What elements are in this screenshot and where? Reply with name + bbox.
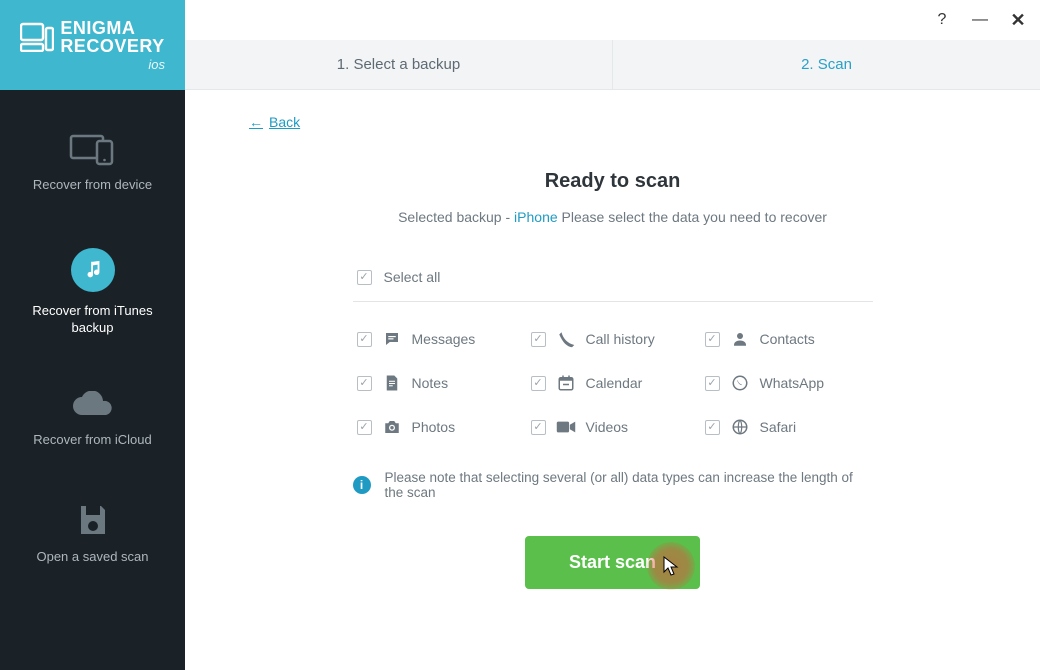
sidebar-item-label: Recover from device xyxy=(33,176,152,194)
checkbox[interactable] xyxy=(531,332,546,347)
back-link[interactable]: ← Back xyxy=(249,114,300,130)
brand-line2: RECOVERY xyxy=(60,37,164,55)
type-safari[interactable]: Safari xyxy=(705,418,869,436)
main-content: ← Back Ready to scan Selected backup - i… xyxy=(185,90,1040,670)
type-label: Photos xyxy=(412,419,456,435)
type-label: WhatsApp xyxy=(760,375,825,391)
help-button[interactable]: ? xyxy=(932,10,952,30)
subtitle: Selected backup - iPhone Please select t… xyxy=(231,209,994,225)
type-label: Calendar xyxy=(586,375,643,391)
brand-line1: ENIGMA xyxy=(60,19,164,37)
sidebar-item-label: Recover from iTunes backup xyxy=(10,302,175,337)
checkbox[interactable] xyxy=(531,376,546,391)
sidebar-open-saved-scan[interactable]: Open a saved scan xyxy=(0,480,185,588)
type-photos[interactable]: Photos xyxy=(357,418,521,436)
data-type-grid: Messages Call history Contacts xyxy=(353,302,873,446)
video-icon xyxy=(556,420,576,434)
type-label: Call history xyxy=(586,331,655,347)
music-note-icon xyxy=(71,248,115,292)
type-label: Notes xyxy=(412,375,449,391)
checkbox[interactable] xyxy=(705,376,720,391)
step-select-backup[interactable]: 1. Select a backup xyxy=(185,40,613,89)
type-videos[interactable]: Videos xyxy=(531,418,695,436)
subtitle-suffix: Please select the data you need to recov… xyxy=(558,209,827,225)
cloud-icon xyxy=(70,391,116,421)
note-text: Please note that selecting several (or a… xyxy=(385,470,873,500)
data-type-panel: Select all Messages Call history xyxy=(353,261,873,589)
back-arrow-icon: ← xyxy=(249,114,263,130)
type-label: Safari xyxy=(760,419,797,435)
document-icon xyxy=(382,374,402,392)
app-logo: ENIGMA RECOVERY ios xyxy=(0,0,185,90)
sidebar: Recover from device Recover from iTunes … xyxy=(0,90,185,670)
sidebar-item-label: Open a saved scan xyxy=(36,548,148,566)
device-icon xyxy=(69,132,117,166)
calendar-icon xyxy=(556,374,576,392)
type-label: Videos xyxy=(586,419,629,435)
type-calendar[interactable]: Calendar xyxy=(531,374,695,392)
brand-sub: ios xyxy=(148,57,165,72)
globe-icon xyxy=(730,418,750,436)
step-scan[interactable]: 2. Scan xyxy=(613,40,1040,89)
checkbox[interactable] xyxy=(705,420,720,435)
type-contacts[interactable]: Contacts xyxy=(705,330,869,348)
subtitle-prefix: Selected backup - xyxy=(398,209,514,225)
sidebar-item-label: Recover from iCloud xyxy=(33,431,152,449)
save-icon xyxy=(75,502,111,538)
checkbox[interactable] xyxy=(531,420,546,435)
checkbox[interactable] xyxy=(357,420,372,435)
info-icon: i xyxy=(353,476,371,494)
phone-icon xyxy=(556,330,576,348)
stepper: 1. Select a backup 2. Scan xyxy=(185,40,1040,90)
checkbox[interactable] xyxy=(705,332,720,347)
select-all-row[interactable]: Select all xyxy=(353,261,873,302)
header: ENIGMA RECOVERY ios 1. Select a backup 2… xyxy=(0,40,1040,90)
type-call-history[interactable]: Call history xyxy=(531,330,695,348)
info-note: i Please note that selecting several (or… xyxy=(353,470,873,500)
person-icon xyxy=(730,330,750,348)
device-name: iPhone xyxy=(514,209,558,225)
close-button[interactable]: ✕ xyxy=(1008,10,1028,30)
type-whatsapp[interactable]: WhatsApp xyxy=(705,374,869,392)
sidebar-recover-itunes[interactable]: Recover from iTunes backup xyxy=(0,226,185,359)
camera-icon xyxy=(382,419,402,435)
sidebar-recover-device[interactable]: Recover from device xyxy=(0,110,185,216)
type-notes[interactable]: Notes xyxy=(357,374,521,392)
checkbox[interactable] xyxy=(357,332,372,347)
logo-icon xyxy=(20,22,54,52)
sidebar-recover-icloud[interactable]: Recover from iCloud xyxy=(0,369,185,471)
checkbox-select-all[interactable] xyxy=(357,270,372,285)
back-label: Back xyxy=(269,114,300,130)
page-title: Ready to scan xyxy=(231,170,994,193)
select-all-label: Select all xyxy=(384,269,441,285)
type-messages[interactable]: Messages xyxy=(357,330,521,348)
type-label: Contacts xyxy=(760,331,815,347)
checkbox[interactable] xyxy=(357,376,372,391)
start-scan-button[interactable]: Start scan xyxy=(525,536,700,589)
type-label: Messages xyxy=(412,331,476,347)
minimize-button[interactable]: — xyxy=(970,10,990,30)
whatsapp-icon xyxy=(730,374,750,392)
messages-icon xyxy=(382,330,402,348)
